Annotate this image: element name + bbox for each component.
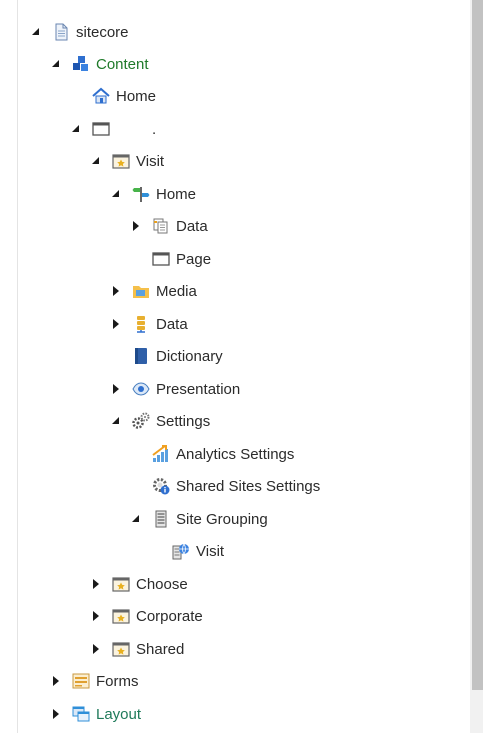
tree-node-label: Media — [156, 282, 197, 300]
server-globe-icon — [172, 542, 190, 560]
window-icon — [152, 250, 170, 268]
tree-node-label: Content — [96, 55, 149, 73]
tree-node-label: Home — [116, 87, 157, 105]
tree-node-label: Shared — [136, 640, 185, 658]
tree-node-label: Analytics Settings — [176, 445, 295, 463]
cubes-icon — [72, 55, 90, 73]
expand-arrow-icon[interactable] — [90, 610, 102, 622]
tree-node-label: Data — [176, 217, 208, 235]
collapse-arrow-icon[interactable] — [50, 58, 62, 70]
documents-icon — [152, 217, 170, 235]
tree-node-label: Home — [156, 185, 197, 203]
collapse-arrow-icon[interactable] — [110, 415, 122, 427]
expand-arrow-icon[interactable] — [90, 643, 102, 655]
folder-icon — [132, 282, 150, 300]
collapse-arrow-icon[interactable] — [110, 188, 122, 200]
tree-node-home[interactable]: Home — [70, 84, 156, 108]
expand-arrow-icon[interactable] — [110, 318, 122, 330]
database-icon — [132, 315, 150, 333]
tree-node-label: Corporate — [136, 607, 203, 625]
form-icon — [72, 672, 90, 690]
tree-node-media[interactable]: Media — [110, 279, 197, 303]
tree-node-presentation[interactable]: Presentation — [110, 377, 240, 401]
tree-node-shared-sites-settings[interactable]: Shared Sites Settings — [130, 474, 320, 498]
book-icon — [132, 347, 150, 365]
tree-node-data[interactable]: Data — [130, 214, 208, 238]
tree-node-analytics-settings[interactable]: Analytics Settings — [130, 442, 294, 466]
document-icon — [52, 23, 70, 41]
analytics-chart-icon — [152, 445, 170, 463]
collapse-arrow-icon[interactable] — [70, 123, 82, 135]
tree-node-label: Page — [176, 250, 212, 268]
content-tree: sitecore Content Home . Visit Home Data … — [0, 0, 470, 733]
tree-node-forms[interactable]: Forms — [50, 669, 139, 693]
tree-node-layout[interactable]: Layout — [50, 702, 141, 726]
expand-arrow-icon[interactable] — [110, 285, 122, 297]
expand-arrow-icon[interactable] — [50, 675, 62, 687]
tree-node-label: . — [152, 120, 157, 138]
tree-node-corporate[interactable]: Corporate — [90, 604, 203, 628]
tree-node-site-grouping-visit[interactable]: Visit — [150, 539, 224, 563]
gears-icon — [132, 412, 150, 430]
vertical-scrollbar-thumb[interactable] — [472, 0, 483, 690]
tree-node-label: Forms — [96, 672, 139, 690]
star-window-icon — [112, 640, 130, 658]
windows-icon — [72, 705, 90, 723]
tree-node-label: Visit — [136, 152, 165, 170]
tree-node-label: Settings — [156, 412, 211, 430]
expand-arrow-icon[interactable] — [110, 383, 122, 395]
tree-node-visit[interactable]: Visit — [90, 149, 164, 173]
tree-node-label: Data — [156, 315, 188, 333]
expand-arrow-icon[interactable] — [50, 708, 62, 720]
signpost-icon — [132, 185, 150, 203]
tree-node-label: Presentation — [156, 380, 241, 398]
server-icon — [152, 510, 170, 528]
window-icon — [92, 120, 110, 138]
tree-node-site-grouping[interactable]: Site Grouping — [130, 507, 268, 531]
tree-node-content[interactable]: Content — [50, 52, 149, 76]
expand-arrow-icon[interactable] — [130, 220, 142, 232]
expand-arrow-icon[interactable] — [90, 578, 102, 590]
home-icon — [92, 87, 110, 105]
collapse-arrow-icon[interactable] — [30, 26, 42, 38]
star-window-icon — [112, 152, 130, 170]
tree-node-choose[interactable]: Choose — [90, 572, 188, 596]
tree-node-label: Visit — [196, 542, 225, 560]
tree-node-site[interactable]: . — [70, 117, 156, 141]
tree-node-dictionary[interactable]: Dictionary — [110, 344, 223, 368]
star-window-icon — [112, 607, 130, 625]
collapse-arrow-icon[interactable] — [90, 155, 102, 167]
tree-node-label: sitecore — [76, 23, 129, 41]
tree-node-visit-home[interactable]: Home — [110, 182, 196, 206]
star-window-icon — [112, 575, 130, 593]
gear-info-icon — [152, 477, 170, 495]
tree-node-label: Shared Sites Settings — [176, 477, 321, 495]
tree-node-label: Choose — [136, 575, 188, 593]
collapse-arrow-icon[interactable] — [130, 513, 142, 525]
tree-node-page[interactable]: Page — [130, 247, 211, 271]
eye-icon — [132, 380, 150, 398]
tree-node-settings[interactable]: Settings — [110, 409, 210, 433]
tree-node-sitecore[interactable]: sitecore — [30, 20, 129, 44]
tree-node-label: Layout — [96, 705, 142, 723]
tree-node-data-2[interactable]: Data — [110, 312, 188, 336]
tree-node-shared[interactable]: Shared — [90, 637, 184, 661]
tree-node-label: Dictionary — [156, 347, 223, 365]
tree-node-label: Site Grouping — [176, 510, 268, 528]
